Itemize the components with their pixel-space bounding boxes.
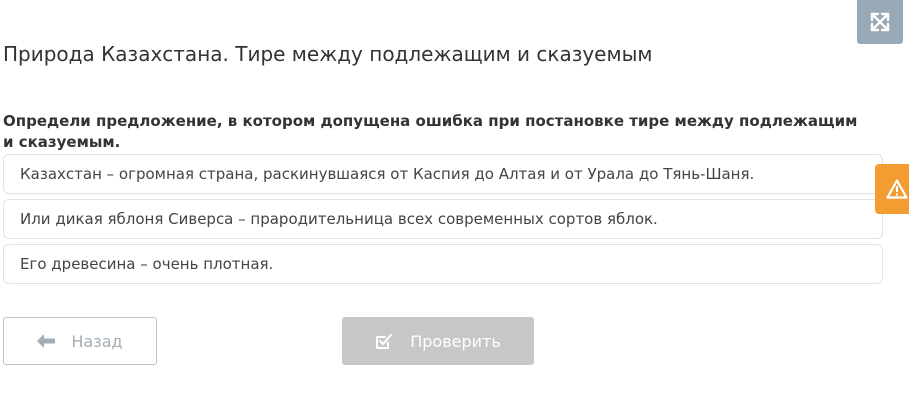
check-button-label: Проверить	[410, 331, 501, 351]
expand-button[interactable]	[857, 0, 903, 44]
warning-icon	[886, 179, 908, 199]
checkbox-icon	[375, 333, 393, 350]
page-title: Природа Казахстана. Тире между подлежащи…	[3, 42, 653, 66]
check-button[interactable]: Проверить	[342, 317, 534, 365]
answer-option-3[interactable]: Его древесина – очень плотная.	[3, 244, 883, 284]
question-text: Определи предложение, в котором допущена…	[3, 112, 858, 151]
back-button-label: Назад	[71, 331, 123, 351]
answer-options: Казахстан – огромная страна, раскинувшая…	[3, 154, 883, 289]
expand-arrows-icon	[869, 11, 891, 33]
answer-option-1[interactable]: Казахстан – огромная страна, раскинувшая…	[3, 154, 883, 194]
arrow-left-icon	[37, 334, 56, 348]
answer-option-2[interactable]: Или дикая яблоня Сиверса – прародительни…	[3, 199, 883, 239]
report-error-tab[interactable]	[875, 164, 909, 214]
back-button[interactable]: Назад	[3, 317, 157, 365]
